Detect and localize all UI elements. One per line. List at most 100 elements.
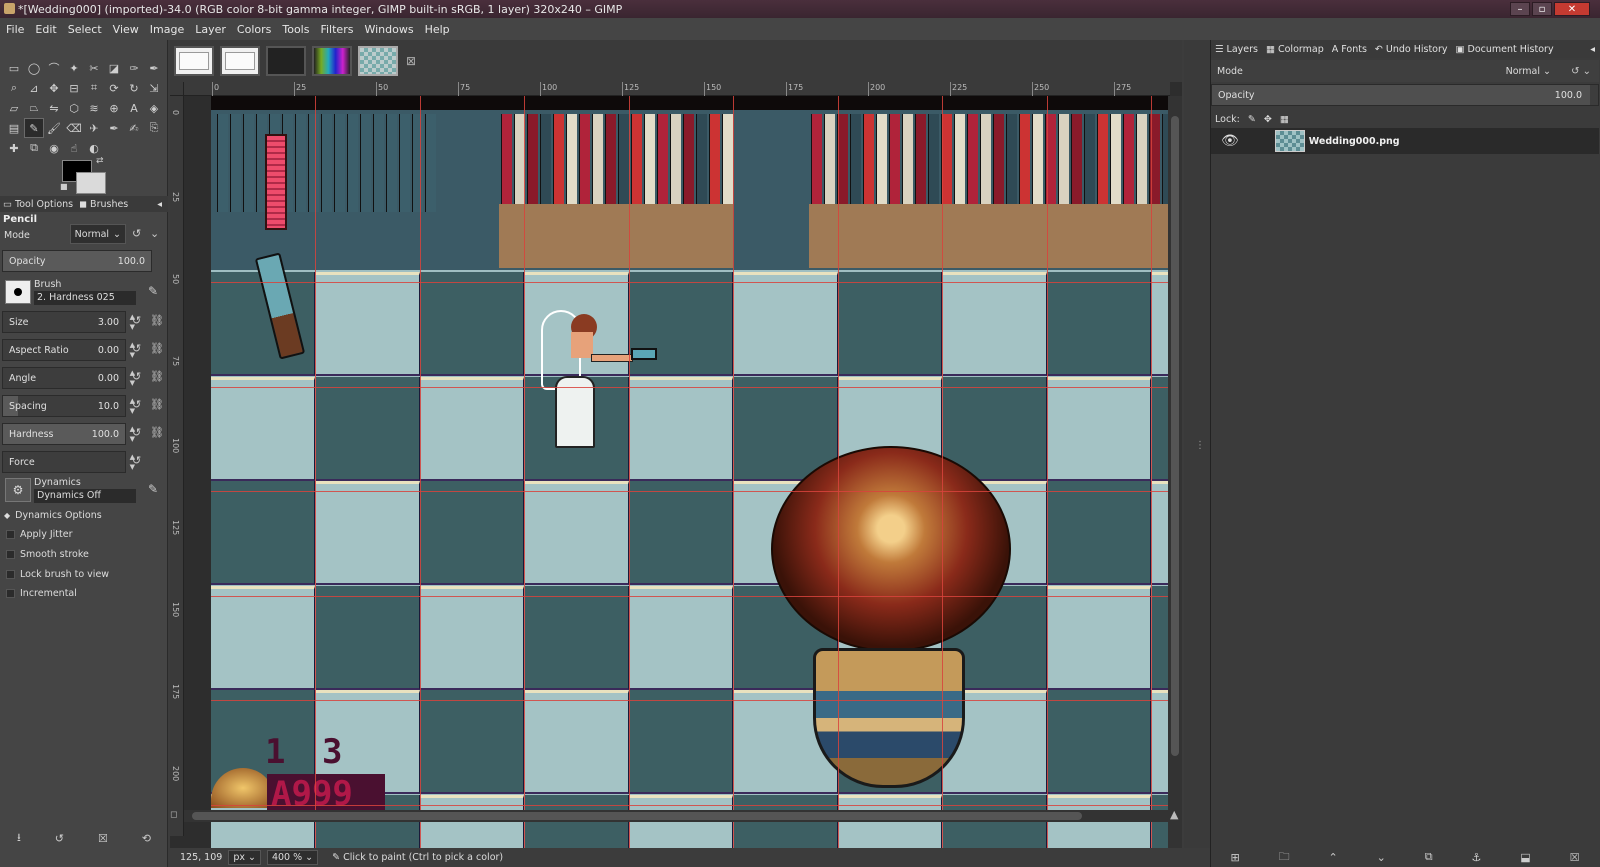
warp-icon[interactable]: ≋ (84, 98, 104, 118)
vertical-scrollbar[interactable] (1168, 96, 1182, 848)
tab-undo-history[interactable]: ↶ Undo History (1375, 44, 1448, 55)
duplicate-layer-icon[interactable]: ⧉ (1425, 850, 1433, 864)
smudge-icon[interactable]: ☝ (64, 138, 84, 158)
hardness-slider[interactable]: Hardness 100.0 ▲ ▼ (2, 423, 135, 445)
zoom-icon[interactable]: ⌕ (4, 78, 24, 98)
chevron-down-icon[interactable]: ⌄ (150, 227, 159, 240)
fuzzy-select-icon[interactable]: ✦ (64, 58, 84, 78)
menu-tools[interactable]: Tools (282, 23, 309, 36)
force-slider[interactable]: Force ▲ ▼ (2, 451, 135, 473)
aspect-ratio-slider[interactable]: Aspect Ratio 0.00 ▲ ▼ (2, 339, 135, 361)
zoom-dropdown[interactable]: 400 % ⌄ (266, 850, 319, 865)
image-tab-5[interactable] (358, 46, 398, 76)
flip-icon[interactable]: ⇋ (44, 98, 64, 118)
paintbrush-icon[interactable]: 🖌 (44, 118, 64, 138)
size-reset-icon[interactable]: ↺ (132, 314, 141, 327)
image-tab-2[interactable] (220, 46, 260, 76)
dynamics-options-expander[interactable]: ◆ Dynamics Options (4, 510, 102, 521)
bucket-fill-icon[interactable]: ◈ (144, 98, 164, 118)
swap-colors-icon[interactable]: ⇄ (96, 156, 104, 166)
menu-windows[interactable]: Windows (364, 23, 413, 36)
anchor-layer-icon[interactable]: ⚓ (1472, 851, 1482, 864)
visibility-eye-icon[interactable]: 👁 (1221, 133, 1239, 149)
spacing-link-icon[interactable]: ⛓ (150, 398, 164, 411)
dock-splitter[interactable]: ⋮ (1184, 40, 1210, 848)
unit-dropdown[interactable]: px ⌄ (228, 850, 261, 865)
layer-mode-dropdown[interactable]: Normal ⌄ (1506, 66, 1551, 77)
minimize-icon[interactable]: – (1510, 2, 1530, 16)
lower-layer-icon[interactable]: ⌄ (1377, 851, 1386, 864)
pencil-icon[interactable]: ✎ (24, 118, 44, 138)
perspective-clone-icon[interactable]: ⧉ (24, 138, 44, 158)
opacity-slider[interactable]: Opacity 100.0 (2, 250, 152, 272)
layer-name[interactable]: Wedding000.png (1309, 136, 1400, 147)
dynamics-preview[interactable]: ⚙ (5, 478, 31, 502)
new-layer-icon[interactable]: ⊞ (1230, 851, 1239, 864)
background-color-swatch[interactable] (76, 172, 106, 194)
tab-brushes[interactable]: ◼ Brushes (79, 199, 128, 210)
unified-transform-icon[interactable]: ⟳ (104, 78, 124, 98)
incremental-checkbox[interactable]: Incremental (6, 588, 77, 599)
navigate-icon[interactable]: ▲ (1170, 808, 1178, 821)
tab-fonts[interactable]: A Fonts (1332, 44, 1367, 55)
menu-edit[interactable]: Edit (35, 23, 56, 36)
rect-select-icon[interactable]: ▭ (4, 58, 24, 78)
horizontal-scrollbar[interactable] (184, 810, 1168, 822)
align-icon[interactable]: ⊟ (64, 78, 84, 98)
blur-icon[interactable]: ◉ (44, 138, 64, 158)
mode-dropdown[interactable]: Normal ⌄ (70, 224, 126, 244)
layer-mode-reset-icon[interactable]: ↺ ⌄ (1571, 66, 1591, 77)
brush-preview[interactable] (5, 280, 31, 304)
spacing-slider[interactable]: Spacing 10.0 ▲ ▼ (2, 395, 135, 417)
reset-options-icon[interactable]: ⟲ (142, 832, 151, 845)
tab-document-history[interactable]: ▣ Document History (1456, 44, 1554, 55)
clone-icon[interactable]: ⎘ (144, 118, 164, 138)
image-tab-4[interactable] (312, 46, 352, 76)
dodge-icon[interactable]: ◐ (84, 138, 104, 158)
menu-filters[interactable]: Filters (320, 23, 353, 36)
menu-view[interactable]: View (113, 23, 139, 36)
vertical-scroll-thumb[interactable] (1171, 116, 1179, 756)
edit-brush-icon[interactable]: ✎ (148, 284, 158, 298)
menu-image[interactable]: Image (150, 23, 184, 36)
close-icon[interactable]: ✕ (1554, 2, 1590, 16)
dock-menu-icon[interactable]: ◂ (1590, 44, 1595, 55)
tab-tool-options[interactable]: ▭ Tool Options (3, 199, 73, 210)
foreground-select-icon[interactable]: ◪ (104, 58, 124, 78)
angle-link-icon[interactable]: ⛓ (150, 370, 164, 383)
reset-colors-icon[interactable]: ■ (60, 182, 68, 191)
rotate-icon[interactable]: ↻ (124, 78, 144, 98)
delete-options-icon[interactable]: ☒ (98, 832, 108, 845)
scale-icon[interactable]: ⇲ (144, 78, 164, 98)
lock-pixels-icon[interactable]: ✎ (1248, 114, 1256, 125)
brush-name[interactable]: 2. Hardness 025 (34, 291, 136, 305)
cage-icon[interactable]: ⬡ (64, 98, 84, 118)
menu-help[interactable]: Help (425, 23, 450, 36)
vertical-ruler[interactable]: 0 25 50 75 100 125 150 175 200 (170, 96, 184, 836)
heal-icon[interactable]: ✚ (4, 138, 24, 158)
ruler-corner[interactable] (170, 82, 184, 96)
save-options-icon[interactable]: ⭳ (17, 829, 21, 848)
restore-options-icon[interactable]: ↺ (55, 832, 64, 845)
image-tab-3[interactable] (266, 46, 306, 76)
aspect-reset-icon[interactable]: ↺ (132, 342, 141, 355)
horizontal-ruler[interactable]: 0 25 50 75 100 125 150 175 200 225 250 275 (184, 82, 1170, 96)
image-tab-1[interactable] (174, 46, 214, 76)
tab-colormap[interactable]: ▦ Colormap (1266, 44, 1324, 55)
airbrush-icon[interactable]: ✈ (84, 118, 104, 138)
apply-jitter-checkbox[interactable]: Apply Jitter (6, 529, 72, 540)
quick-mask-icon[interactable]: ◻ (170, 810, 177, 820)
menu-layer[interactable]: Layer (195, 23, 226, 36)
aspect-link-icon[interactable]: ⛓ (150, 342, 164, 355)
lock-position-icon[interactable]: ✥ (1264, 114, 1272, 125)
gradient-icon[interactable]: ▤ (4, 118, 24, 138)
hardness-reset-icon[interactable]: ↺ (132, 426, 141, 439)
size-slider[interactable]: Size 3.00 ▲ ▼ (2, 311, 135, 333)
scissors-icon[interactable]: ✂ (84, 58, 104, 78)
hardness-link-icon[interactable]: ⛓ (150, 426, 164, 439)
layer-opacity-slider[interactable]: Opacity 100.0 (1211, 84, 1599, 106)
eraser-icon[interactable]: ⌫ (64, 118, 84, 138)
edit-dynamics-icon[interactable]: ✎ (148, 482, 158, 496)
angle-reset-icon[interactable]: ↺ (132, 370, 141, 383)
ink-icon[interactable]: ✒ (104, 118, 124, 138)
